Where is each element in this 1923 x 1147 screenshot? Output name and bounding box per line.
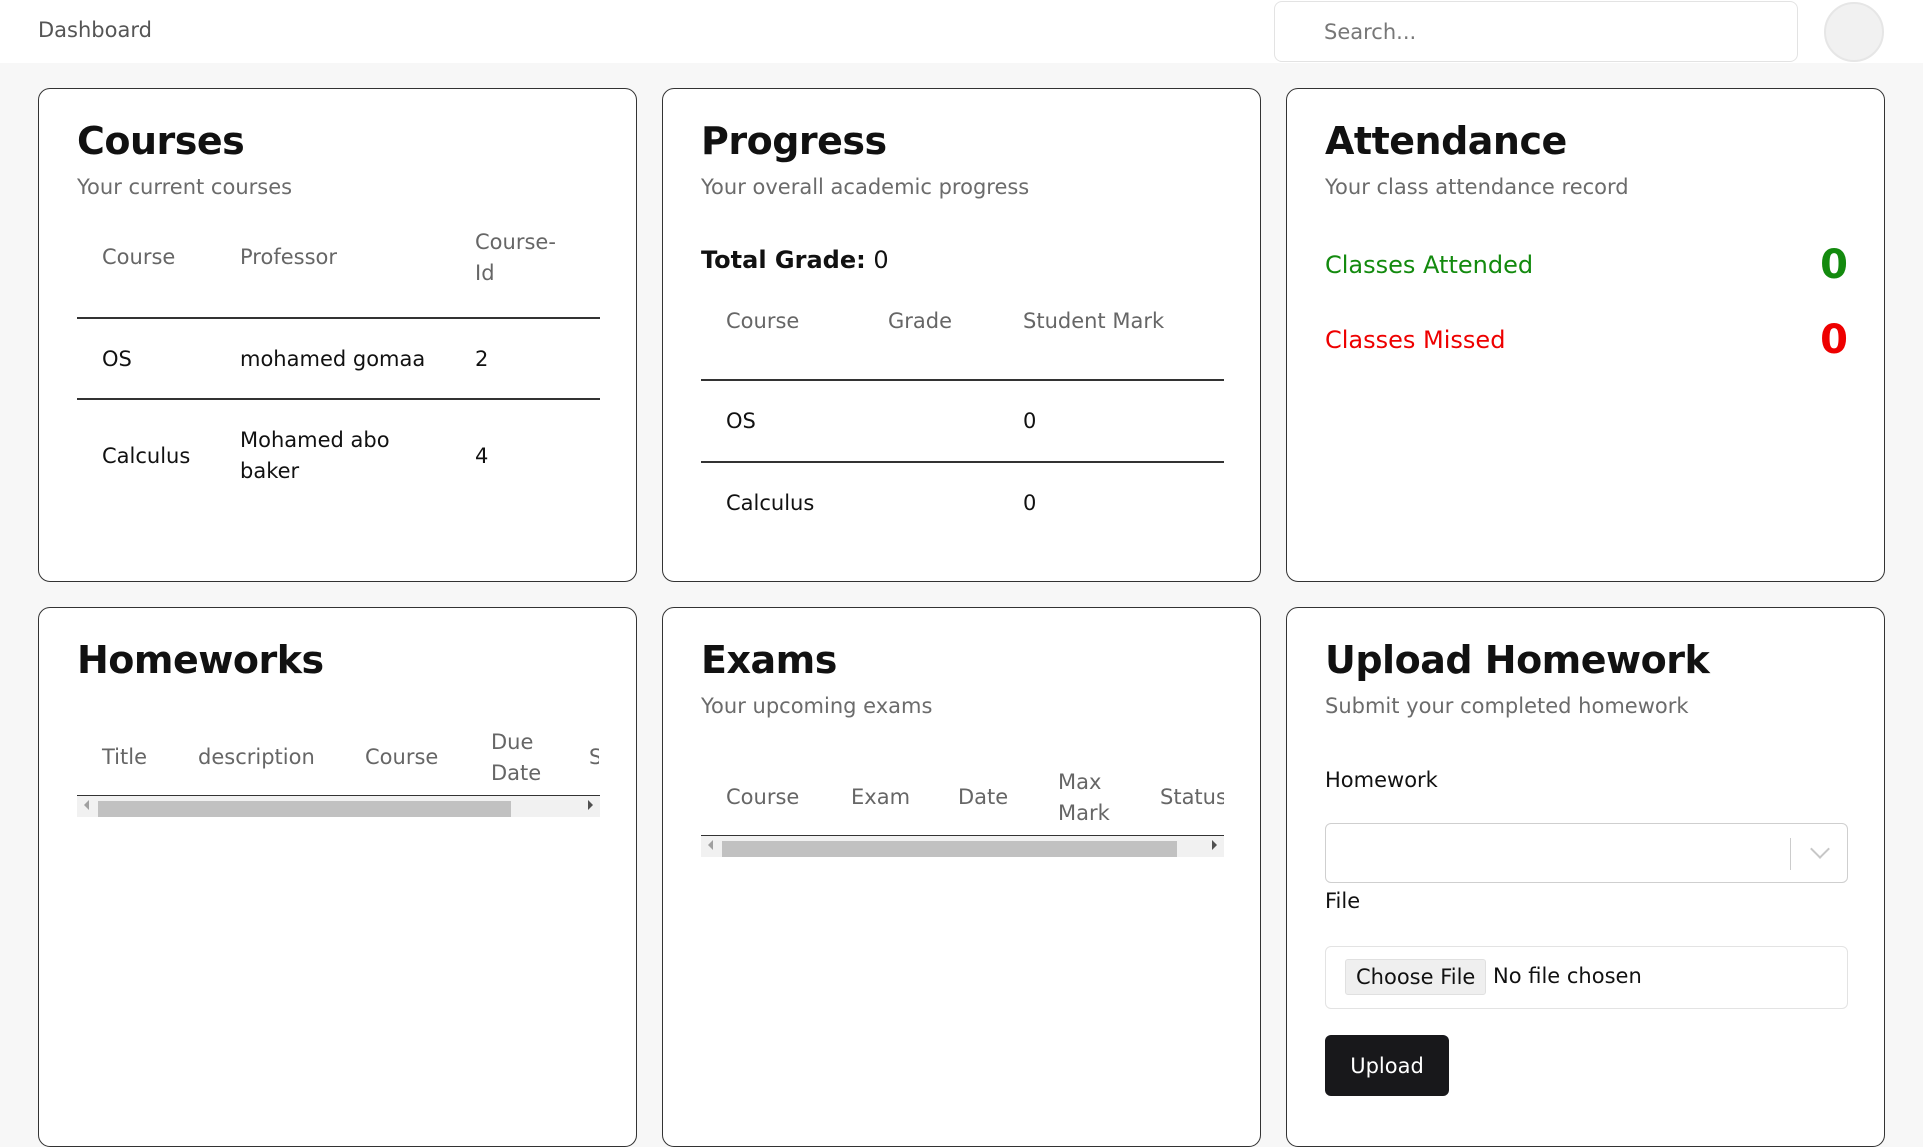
select-separator bbox=[1790, 838, 1791, 870]
total-grade-value: 0 bbox=[873, 246, 889, 274]
card-title: Exams bbox=[701, 638, 837, 682]
upload-homework-card: Upload Homework Submit your completed ho… bbox=[1286, 607, 1885, 1147]
column-header: Exam bbox=[851, 785, 911, 809]
scroll-right-icon[interactable] bbox=[1212, 840, 1217, 850]
card-title: Attendance bbox=[1325, 119, 1567, 163]
scroll-left-icon[interactable] bbox=[708, 840, 713, 850]
progress-card: Progress Your overall academic progress … bbox=[662, 88, 1261, 582]
card-subtitle: Your upcoming exams bbox=[701, 694, 933, 718]
scrollbar-thumb[interactable] bbox=[98, 801, 511, 817]
classes-missed-label: Classes Missed bbox=[1325, 326, 1506, 354]
classes-attended-label: Classes Attended bbox=[1325, 251, 1534, 279]
column-header: Course bbox=[726, 309, 800, 333]
classes-missed-value: 0 bbox=[1820, 317, 1848, 363]
horizontal-scrollbar[interactable] bbox=[77, 796, 600, 817]
avatar[interactable] bbox=[1824, 2, 1884, 62]
search-input[interactable] bbox=[1274, 1, 1798, 62]
breadcrumb[interactable]: Dashboard bbox=[38, 18, 152, 42]
attendance-card: Attendance Your class attendance record … bbox=[1286, 88, 1885, 582]
card-title: Progress bbox=[701, 119, 887, 163]
card-subtitle: Your overall academic progress bbox=[701, 175, 1030, 199]
top-bar: Dashboard bbox=[0, 0, 1923, 63]
scroll-right-icon[interactable] bbox=[588, 800, 593, 810]
card-title: Upload Homework bbox=[1325, 638, 1710, 682]
table-cell: Calculus bbox=[102, 444, 191, 468]
table-cell: OS bbox=[102, 347, 132, 371]
table-divider bbox=[77, 317, 600, 319]
table-cell: 0 bbox=[1023, 491, 1037, 515]
column-header: Student Mark bbox=[1023, 309, 1165, 333]
column-header: Status bbox=[1160, 785, 1224, 809]
column-header: Course bbox=[102, 245, 176, 269]
scroll-left-icon[interactable] bbox=[84, 800, 89, 810]
column-header: Title bbox=[102, 745, 148, 769]
total-grade-label: Total Grade: bbox=[701, 246, 866, 274]
total-grade: Total Grade: 0 bbox=[701, 246, 889, 274]
table-cell: Mohamed abo baker bbox=[240, 428, 390, 483]
classes-attended-value: 0 bbox=[1820, 242, 1848, 288]
table-divider bbox=[701, 379, 1224, 381]
table-divider bbox=[77, 398, 600, 400]
card-subtitle: Submit your completed homework bbox=[1325, 694, 1689, 718]
column-header: Date bbox=[958, 785, 1009, 809]
column-header: S bbox=[589, 742, 599, 773]
column-header: Course bbox=[726, 785, 800, 809]
upload-button[interactable]: Upload bbox=[1325, 1035, 1449, 1096]
column-header: Professor bbox=[240, 245, 337, 269]
column-header: Due Date bbox=[491, 730, 542, 785]
table-cell: OS bbox=[726, 409, 756, 433]
choose-file-button[interactable]: Choose File bbox=[1345, 959, 1487, 995]
courses-card: Courses Your current courses Course Prof… bbox=[38, 88, 637, 582]
file-input[interactable]: Choose File No file chosen bbox=[1325, 946, 1848, 1009]
table-cell: 2 bbox=[475, 347, 489, 371]
table-cell: Calculus bbox=[726, 491, 815, 515]
card-title: Homeworks bbox=[77, 638, 324, 682]
scrollbar-thumb[interactable] bbox=[722, 841, 1177, 857]
file-label: File bbox=[1325, 889, 1361, 913]
column-header: description bbox=[198, 745, 315, 769]
table-cell: 4 bbox=[475, 444, 489, 468]
card-subtitle: Your class attendance record bbox=[1325, 175, 1629, 199]
column-header: Max Mark bbox=[1058, 770, 1110, 825]
table-divider bbox=[701, 461, 1224, 463]
exams-card: Exams Your upcoming exams Course Exam Da… bbox=[662, 607, 1261, 1147]
column-header: Course- Id bbox=[475, 230, 556, 285]
table-cell: 0 bbox=[1023, 409, 1037, 433]
no-file-text: No file chosen bbox=[1493, 964, 1642, 988]
homework-label: Homework bbox=[1325, 768, 1438, 792]
homework-select[interactable] bbox=[1325, 823, 1848, 883]
table-cell: mohamed gomaa bbox=[240, 347, 426, 371]
card-title: Courses bbox=[77, 119, 245, 163]
homeworks-card: Homeworks Title description Course Due D… bbox=[38, 607, 637, 1147]
card-subtitle: Your current courses bbox=[77, 175, 293, 199]
column-header: Course bbox=[365, 745, 439, 769]
column-header: Grade bbox=[888, 309, 953, 333]
chevron-down-icon[interactable] bbox=[1810, 839, 1830, 859]
horizontal-scrollbar[interactable] bbox=[701, 836, 1224, 857]
